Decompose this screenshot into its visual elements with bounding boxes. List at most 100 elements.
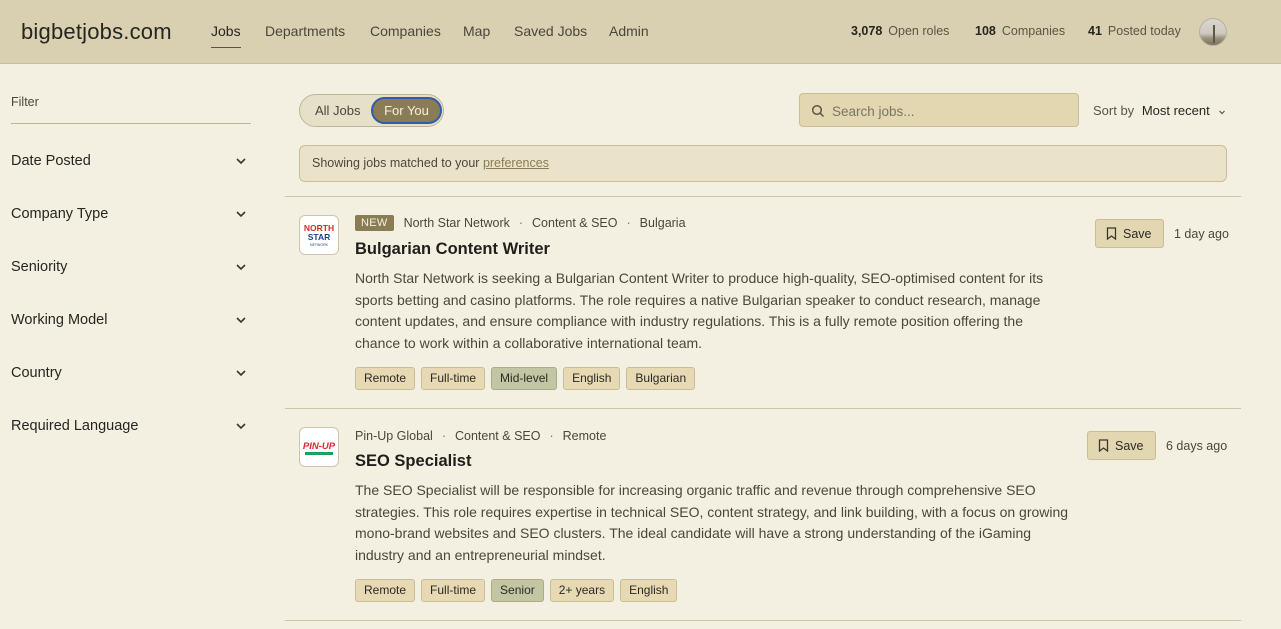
job-tag: Remote: [355, 367, 416, 390]
chevron-down-icon: [236, 264, 246, 271]
stat-companies: 108 Companies: [975, 24, 1065, 38]
banner-text: Showing jobs matched to your preferences: [312, 156, 549, 170]
job-description: North Star Network is seeking a Bulgaria…: [355, 270, 1044, 351]
preferences-link[interactable]: preferences: [483, 156, 549, 170]
meta-separator: ·: [441, 429, 446, 443]
chevron-down-icon: [236, 423, 246, 430]
user-avatar[interactable]: [1199, 18, 1227, 46]
chevron-down-icon: [236, 158, 246, 165]
chevron-down-icon: [236, 211, 246, 218]
meta-separator: ·: [626, 216, 631, 230]
sort-dropdown[interactable]: Sort by Most recent: [1093, 103, 1226, 118]
search-input[interactable]: [832, 101, 1072, 121]
nav-companies[interactable]: Companies: [370, 23, 441, 39]
job-meta: NEW North Star Network · Content & SEO ·…: [355, 215, 686, 231]
chevron-down-icon: [236, 370, 246, 377]
company-logo-north-star[interactable]: NORTH STAR NETWORK: [299, 215, 339, 255]
job-department: Content & SEO: [532, 216, 618, 230]
job-location: Bulgaria: [639, 216, 686, 230]
job-department: Content & SEO: [455, 429, 541, 443]
bookmark-icon: [1106, 227, 1117, 240]
posted-ago: 6 days ago: [1166, 439, 1228, 453]
sort-label: Sort by: [1093, 103, 1135, 118]
job-tag: Full-time: [421, 579, 486, 602]
stat-posted-today: 41 Posted today: [1088, 24, 1181, 38]
logo-line-1: PIN-UP: [303, 441, 336, 452]
filter-date-posted[interactable]: Date Posted: [11, 152, 251, 176]
job-tag: Bulgarian: [626, 367, 696, 390]
search-box: [799, 93, 1079, 127]
toggle-all-jobs[interactable]: All Jobs: [315, 103, 361, 118]
filter-required-language[interactable]: Required Language: [11, 417, 251, 441]
filter-label: Country: [11, 365, 62, 381]
filter-label: Company Type: [11, 206, 109, 222]
nav-departments[interactable]: Departments: [265, 23, 345, 39]
stat-companies-value: 108: [975, 24, 996, 38]
save-label: Save: [1115, 438, 1144, 453]
list-divider: [285, 408, 1241, 409]
stat-open-roles-label: Open roles: [888, 24, 950, 38]
list-divider: [285, 196, 1241, 197]
job-tags: Remote Full-time Senior 2+ years English: [355, 579, 678, 602]
logo-underline: [305, 452, 333, 455]
sort-value: Most recent: [1141, 103, 1210, 118]
job-meta: Pin-Up Global · Content & SEO · Remote: [355, 429, 606, 443]
job-tag: Full-time: [421, 367, 486, 390]
toggle-for-you[interactable]: For You: [371, 97, 442, 124]
job-tags: Remote Full-time Mid-level English Bulga…: [355, 367, 696, 390]
list-divider: [285, 620, 1241, 621]
jobs-scope-toggle: All Jobs For You: [299, 94, 444, 127]
banner-message: Showing jobs matched to your: [312, 156, 483, 170]
job-tag: 2+ years: [549, 579, 615, 602]
new-badge: NEW: [355, 215, 394, 231]
job-title[interactable]: SEO Specialist: [355, 452, 471, 471]
stat-open-roles-value: 3,078: [851, 24, 883, 38]
filter-label: Seniority: [11, 259, 68, 275]
chevron-down-icon: [1219, 110, 1226, 114]
save-label: Save: [1123, 226, 1152, 241]
filter-country[interactable]: Country: [11, 364, 251, 388]
top-navbar: bigbetjobs.com Jobs Departments Companie…: [0, 0, 1281, 64]
job-description: The SEO Specialist will be responsible f…: [355, 482, 1069, 563]
logo-line-2: STAR: [308, 232, 331, 242]
bookmark-icon: [1098, 439, 1109, 452]
job-tag-seniority: Senior: [491, 579, 544, 602]
filter-label: Working Model: [11, 312, 108, 328]
preferences-banner: Showing jobs matched to your preferences: [299, 145, 1227, 182]
meta-separator: ·: [549, 429, 554, 443]
job-company[interactable]: North Star Network: [404, 216, 510, 230]
posted-ago: 1 day ago: [1174, 227, 1229, 241]
site-logo[interactable]: bigbetjobs.com: [21, 19, 172, 45]
chevron-down-icon: [236, 317, 246, 324]
job-tag-seniority: Mid-level: [491, 367, 558, 390]
filter-label: Date Posted: [11, 153, 91, 169]
filter-seniority[interactable]: Seniority: [11, 258, 251, 282]
filter-label: Required Language: [11, 418, 139, 434]
north-star-logo: NORTH STAR NETWORK: [304, 223, 334, 247]
save-job-button[interactable]: Save: [1087, 431, 1156, 460]
filter-working-model[interactable]: Working Model: [11, 311, 251, 335]
logo-line-3: NETWORK: [310, 243, 329, 247]
nav-admin[interactable]: Admin: [609, 23, 649, 39]
job-location: Remote: [562, 429, 607, 443]
meta-separator: ·: [518, 216, 524, 230]
nav-saved-jobs[interactable]: Saved Jobs: [514, 23, 587, 39]
job-company[interactable]: Pin-Up Global: [355, 429, 433, 443]
nav-active-underline: [211, 47, 241, 48]
stat-open-roles: 3,078 Open roles: [851, 24, 949, 38]
filter-title: Filter: [11, 95, 39, 109]
job-tag: English: [563, 367, 621, 390]
stat-posted-today-value: 41: [1088, 24, 1102, 38]
filter-company-type[interactable]: Company Type: [11, 205, 251, 229]
save-job-button[interactable]: Save: [1095, 219, 1164, 248]
job-tag: Remote: [355, 579, 416, 602]
company-logo-pin-up[interactable]: PIN-UP: [299, 427, 339, 467]
nav-map[interactable]: Map: [463, 23, 490, 39]
filter-divider: [11, 123, 251, 124]
job-title[interactable]: Bulgarian Content Writer: [355, 240, 550, 259]
stat-posted-today-label: Posted today: [1107, 24, 1181, 38]
search-icon: [811, 104, 825, 118]
pin-up-logo: PIN-UP: [303, 441, 336, 455]
stat-companies-label: Companies: [1001, 24, 1066, 38]
nav-jobs[interactable]: Jobs: [211, 23, 241, 39]
